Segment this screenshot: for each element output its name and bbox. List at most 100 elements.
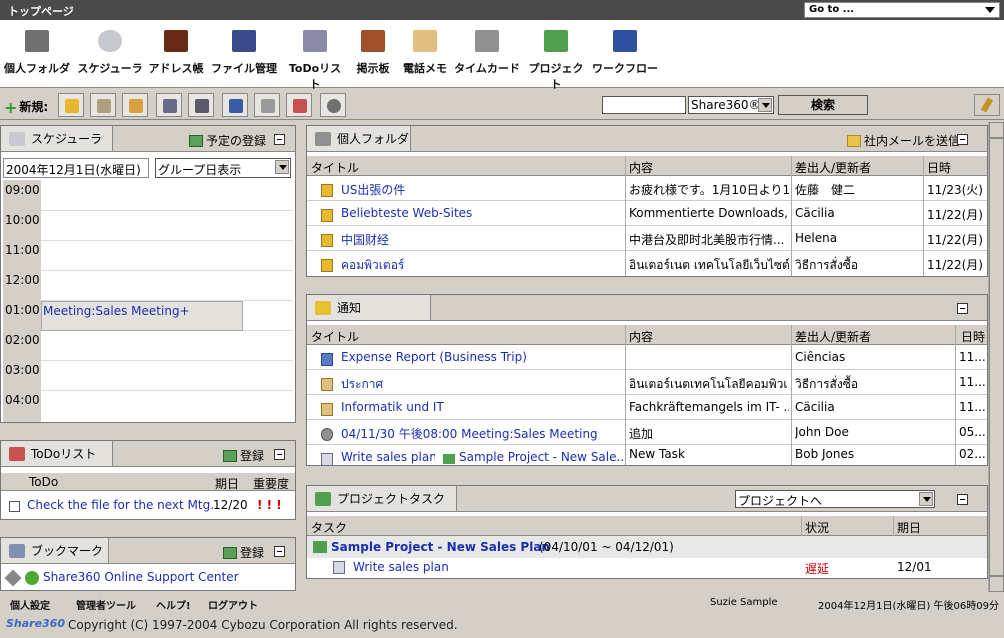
col-date: 日時: [961, 330, 986, 344]
collapse-project-button[interactable]: [957, 494, 968, 505]
notice-tab[interactable]: 通知: [307, 295, 431, 321]
folder-icon: [321, 184, 333, 197]
logout-link[interactable]: ログアウト: [208, 597, 258, 612]
project-tab[interactable]: プロジェクトタスク: [307, 486, 457, 512]
search-scope-select[interactable]: Share360®: [688, 96, 774, 114]
schedule-event[interactable]: Meeting:Sales Meeting+: [41, 301, 243, 331]
personal-settings-link[interactable]: 個人設定: [10, 597, 50, 612]
share360-logo: Share360: [6, 617, 66, 630]
collapse-scheduler-button[interactable]: [274, 134, 285, 145]
app-workflow[interactable]: ワークフロー: [592, 22, 658, 84]
scheduler-view-select[interactable]: グループ日表示: [155, 158, 291, 178]
notice-row-title[interactable]: Expense Report (Business Trip): [341, 350, 625, 364]
briefcase-icon: [22, 24, 52, 56]
toolbar: + 新規: Share360® 検索: [0, 90, 1004, 120]
todo-link[interactable]: Check the file for the next Mtg.: [27, 498, 214, 512]
notice-row-title[interactable]: Write sales plan: [341, 450, 435, 464]
todo-tab[interactable]: ToDoリスト: [1, 441, 113, 467]
collapse-notice-button[interactable]: [957, 303, 968, 314]
app-phone-memo[interactable]: 電話メモ: [400, 22, 450, 84]
notice-row-title[interactable]: 04/11/30 午後08:00 Meeting:Sales Meeting: [341, 425, 625, 442]
col-title: タイトル: [311, 330, 360, 344]
vertical-scrollbar[interactable]: [988, 122, 1004, 592]
mail-icon: [847, 135, 861, 147]
app-timecard[interactable]: タイムカード: [452, 22, 522, 84]
new-document-button[interactable]: [254, 93, 280, 117]
app-label: プロジェクト: [528, 62, 584, 91]
new-timecard-button[interactable]: [320, 93, 346, 117]
notice-panel: 通知 タイトル 内容 差出人/更新者 日時 Expense Report (Bu…: [306, 294, 988, 466]
collapse-todo-button[interactable]: [274, 449, 285, 460]
app-todo[interactable]: ToDoリスト: [284, 22, 346, 91]
app-label: 個人フォルダ: [4, 62, 70, 75]
hour-label: 10:00: [5, 213, 40, 227]
folder-icon: [321, 259, 333, 272]
new-todo-button[interactable]: [286, 93, 312, 117]
scheduler-tab[interactable]: スケジューラ: [1, 126, 113, 152]
notice-row-sender: วิธีการสั่งซื้อ: [795, 377, 859, 391]
new-schedule-button[interactable]: [90, 93, 116, 117]
todo-checkbox[interactable]: [9, 501, 20, 512]
folder-row-title[interactable]: คอมพิวเตอร์: [341, 256, 621, 275]
col-content: 内容: [629, 330, 654, 344]
scroll-down-button[interactable]: [989, 576, 1004, 592]
project-name-link[interactable]: Sample Project - New Sales Plan: [331, 540, 550, 554]
chart-icon: [541, 24, 571, 56]
new-workflow-button[interactable]: [156, 93, 182, 117]
scroll-up-button[interactable]: [989, 122, 1004, 138]
send-mail-button[interactable]: 社内メールを送信: [847, 132, 960, 149]
chevron-down-icon: [985, 7, 995, 13]
bookmark-tab[interactable]: ブックマーク: [1, 538, 109, 564]
briefcase-icon: [315, 132, 331, 146]
goto-select[interactable]: Go to ...: [804, 2, 1000, 18]
new-phone-memo-button[interactable]: [122, 93, 148, 117]
form-icon: [321, 353, 333, 366]
bookmark-link[interactable]: Share360 Online Support Center: [43, 570, 239, 584]
app-scheduler[interactable]: スケジューラ: [76, 22, 144, 84]
new-message-button[interactable]: [188, 93, 214, 117]
board-icon: [321, 403, 333, 416]
search-button[interactable]: 検索: [778, 95, 868, 115]
folder-row-date: 11/22(月): [927, 208, 983, 222]
bookmark-icon: [9, 544, 25, 558]
app-personal-folder[interactable]: 個人フォルダ: [2, 22, 72, 84]
workflow-icon: [163, 99, 177, 113]
app-address-book[interactable]: アドレス帳: [146, 22, 206, 84]
scheduler-title: スケジューラ: [31, 132, 103, 146]
chart-icon: [443, 454, 455, 464]
col-sender: 差出人/更新者: [795, 161, 872, 175]
folder-row-title[interactable]: 中国财经: [341, 231, 621, 248]
collapse-folder-button[interactable]: [957, 134, 968, 145]
pin-icon[interactable]: [974, 94, 1000, 116]
folder-row-title[interactable]: US出張の件: [341, 181, 621, 198]
col-due: 期日: [215, 477, 240, 491]
plus-icon: +: [4, 98, 18, 117]
admin-tools-link[interactable]: 管理者ツール: [76, 597, 136, 612]
add-schedule-button[interactable]: 予定の登録: [189, 132, 266, 149]
chart-icon: [315, 492, 331, 506]
document-icon: [261, 99, 275, 113]
board-icon: [321, 378, 333, 391]
help-link[interactable]: ヘルプ!: [156, 597, 191, 612]
notice-row-title[interactable]: Informatik und IT: [341, 400, 625, 414]
document-icon: [333, 561, 345, 574]
notice-row-project[interactable]: Sample Project - New Sale...: [459, 450, 625, 464]
new-form-button[interactable]: [222, 93, 248, 117]
add-todo-button[interactable]: 登録: [223, 447, 264, 464]
key-icon: [4, 569, 22, 587]
project-task-link[interactable]: Write sales plan: [353, 560, 449, 574]
search-input[interactable]: [602, 96, 686, 114]
folder-tab[interactable]: 個人フォルダ: [307, 126, 411, 152]
add-bookmark-button[interactable]: 登録: [223, 544, 264, 561]
share360-icon: [25, 571, 39, 585]
collapse-bookmark-button[interactable]: [274, 546, 285, 557]
notice-row-title[interactable]: ประกาศ: [341, 375, 625, 394]
app-file-manager[interactable]: ファイル管理: [208, 22, 280, 84]
app-project[interactable]: プロジェクト: [524, 22, 588, 91]
project-select[interactable]: プロジェクトへ: [735, 490, 935, 508]
folder-row-title[interactable]: Beliebteste Web-Sites: [341, 206, 621, 220]
scroll-thumb[interactable]: [989, 138, 1004, 576]
new-folder-button[interactable]: [58, 93, 84, 117]
app-board[interactable]: 掲示板: [350, 22, 396, 84]
document-icon: [321, 453, 333, 466]
